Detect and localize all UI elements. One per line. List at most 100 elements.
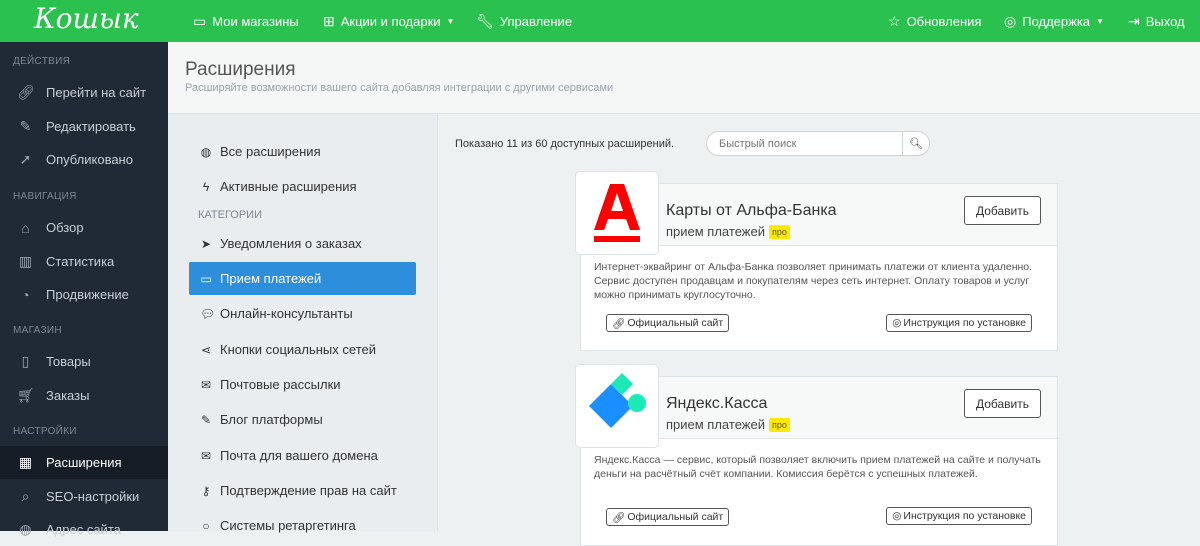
- pro-badge: про: [768, 417, 790, 432]
- nav-label: Акции и подарки: [340, 14, 441, 29]
- menu-label: Все расширения: [220, 144, 321, 159]
- envelope-icon: ✉: [200, 448, 212, 463]
- sidebar-item-visit-site[interactable]: 🔗︎ Перейти на сайт: [0, 76, 168, 109]
- link-label: Инструкция по установке: [903, 510, 1026, 522]
- install-guide-link[interactable]: ◎ Инструкция по установке: [886, 314, 1032, 332]
- lifebuoy-icon: ◎: [892, 510, 902, 522]
- menu-blog[interactable]: ✎ Блог платформы: [189, 403, 416, 436]
- menu-site-verification[interactable]: ⚷ Подтверждение прав на сайт: [189, 474, 416, 507]
- card-category: прием платежей: [666, 417, 765, 432]
- menu-label: Уведомления о заказах: [220, 236, 362, 251]
- menu-active-extensions[interactable]: ϟ Активные расширения: [189, 170, 416, 203]
- alfa-bank-logo: [575, 171, 659, 255]
- sidebar-item-extensions[interactable]: ▦ Расширения: [0, 446, 168, 479]
- send-icon: ➤: [200, 236, 212, 251]
- caret-down-icon: ▼: [446, 17, 455, 26]
- gauge-icon: ◔: [21, 286, 30, 303]
- nav-logout[interactable]: ⇥ Выход: [1128, 13, 1185, 30]
- nav-support[interactable]: ◎ Поддержка ▼: [1004, 13, 1104, 30]
- sidebar-item-label: Заказы: [46, 388, 90, 403]
- page-subtitle: Расширяйте возможности вашего сайта доба…: [185, 82, 614, 94]
- nav-my-stores[interactable]: ▭ Мои магазины: [193, 13, 299, 30]
- sidebar-item-statistics[interactable]: ▥ Статистика: [0, 245, 168, 278]
- sidebar-item-orders[interactable]: 🛒︎ Заказы: [0, 379, 168, 412]
- lifebuoy-icon: ◎: [1004, 13, 1017, 29]
- sidebar-item-promotion[interactable]: ◔ Продвижение: [0, 278, 168, 311]
- quick-search: 🔍︎: [706, 131, 930, 156]
- logout-icon: ⇥: [1128, 13, 1140, 29]
- sidebar-item-edit[interactable]: ✎ Редактировать: [0, 110, 168, 143]
- menu-label: Блог платформы: [220, 412, 323, 427]
- sidebar-item-products[interactable]: ▯ Товары: [0, 345, 168, 378]
- link-label: Инструкция по установке: [903, 317, 1026, 329]
- sidebar-item-label: Товары: [46, 354, 91, 369]
- menu-online-chat[interactable]: 💬︎ Онлайн-консультанты: [189, 297, 416, 330]
- install-guide-link[interactable]: ◎ Инструкция по установке: [886, 507, 1032, 525]
- star-icon: ☆: [888, 13, 901, 29]
- search-icon: 🔍︎: [909, 138, 923, 150]
- page-header: Расширения Расширяйте возможности вашего…: [168, 42, 1200, 114]
- card-title: Яндекс.Касса: [666, 395, 768, 412]
- page-title: Расширения: [185, 59, 296, 80]
- bolt-icon: ϟ: [202, 179, 210, 194]
- bar-chart-icon: ▥: [18, 253, 33, 269]
- chat-icon: 💬︎: [200, 306, 216, 321]
- sidebar-item-seo[interactable]: ⌕ SEO-настройки: [0, 480, 168, 513]
- card-category: прием платежей: [666, 224, 765, 239]
- link-label: Официальный сайт: [627, 317, 724, 329]
- mail-open-icon: ✉: [200, 377, 212, 392]
- section-label: ДЕЙСТВИЯ: [13, 56, 71, 67]
- gift-icon: ⊞: [323, 13, 335, 29]
- add-button[interactable]: Добавить: [964, 196, 1041, 225]
- menu-label: Почтовые рассылки: [220, 377, 341, 392]
- menu-social-buttons[interactable]: ⋖ Кнопки социальных сетей: [189, 333, 416, 366]
- link-icon: 🔗︎: [612, 511, 626, 524]
- sidebar-item-label: Обзор: [46, 220, 84, 235]
- link-icon: 🔗︎: [612, 317, 626, 330]
- pro-badge: про: [768, 224, 790, 239]
- sidebar-item-published[interactable]: ➚ Опубликовано: [0, 143, 168, 176]
- search-input[interactable]: [707, 132, 902, 155]
- home-icon: ⌂: [21, 219, 30, 236]
- link-icon: 🔗︎: [17, 84, 35, 100]
- search-button[interactable]: 🔍︎: [902, 132, 929, 155]
- sidebar-item-overview[interactable]: ⌂ Обзор: [0, 211, 168, 244]
- sidebar-item-label: Адрес сайта: [46, 522, 121, 537]
- menu-label: Подтверждение прав на сайт: [220, 483, 397, 498]
- nav-label: Обновления: [906, 14, 982, 29]
- nav-promotions[interactable]: ⊞ Акции и подарки ▼: [323, 13, 454, 30]
- nav-updates[interactable]: ☆ Обновления: [888, 13, 981, 30]
- official-site-link[interactable]: 🔗︎ Официальный сайт: [606, 314, 730, 332]
- top-bar: Кошык ▭ Мои магазины ⊞ Акции и подарки ▼ 🔧︎…: [0, 0, 1200, 42]
- edit-icon: ✎: [200, 412, 212, 427]
- section-label: НАСТРОЙКИ: [13, 426, 77, 437]
- sidebar-item-label: SEO-настройки: [46, 489, 140, 504]
- wrench-icon: 🔧︎: [476, 13, 494, 29]
- inbox-icon: ▭: [193, 13, 207, 29]
- menu-label: Кнопки социальных сетей: [220, 342, 376, 357]
- bulb-icon: ○: [202, 518, 210, 533]
- key-icon: ⚷: [201, 483, 211, 498]
- menu-all-extensions[interactable]: ◍ Все расширения: [189, 135, 416, 168]
- extension-card: Карты от Альфа-Банка прием платежей про Д…: [575, 171, 1058, 351]
- nav-management[interactable]: 🔧︎ Управление: [476, 13, 572, 30]
- menu-retargeting[interactable]: ○ Системы ретаргетинга: [189, 509, 416, 542]
- menu-payments[interactable]: ▭ Прием платежей: [189, 262, 416, 295]
- add-button[interactable]: Добавить: [964, 389, 1041, 418]
- rocket-icon: ➚: [19, 151, 32, 167]
- share-icon: ⋖: [200, 342, 212, 357]
- section-label: НАВИГАЦИЯ: [13, 191, 77, 202]
- menu-mailing[interactable]: ✉ Почтовые рассылки: [189, 368, 416, 401]
- results-count: Показано 11 из 60 доступных расширений.: [455, 138, 675, 150]
- official-site-link[interactable]: 🔗︎ Официальный сайт: [606, 508, 730, 526]
- sidebar-item-label: Расширения: [46, 455, 122, 470]
- menu-order-notifications[interactable]: ➤ Уведомления о заказах: [189, 227, 416, 260]
- logo[interactable]: Кошык: [34, 2, 139, 35]
- search-icon: ⌕: [21, 488, 30, 504]
- menu-domain-mail[interactable]: ✉ Почта для вашего домена: [189, 439, 416, 472]
- nav-label: Управление: [499, 14, 573, 29]
- menu-label: Почта для вашего домена: [220, 448, 378, 463]
- sidebar-item-domain[interactable]: ◍ Адрес сайта: [0, 513, 168, 546]
- sidebar-item-label: Опубликовано: [46, 152, 133, 167]
- globe-icon: ◍: [19, 521, 32, 537]
